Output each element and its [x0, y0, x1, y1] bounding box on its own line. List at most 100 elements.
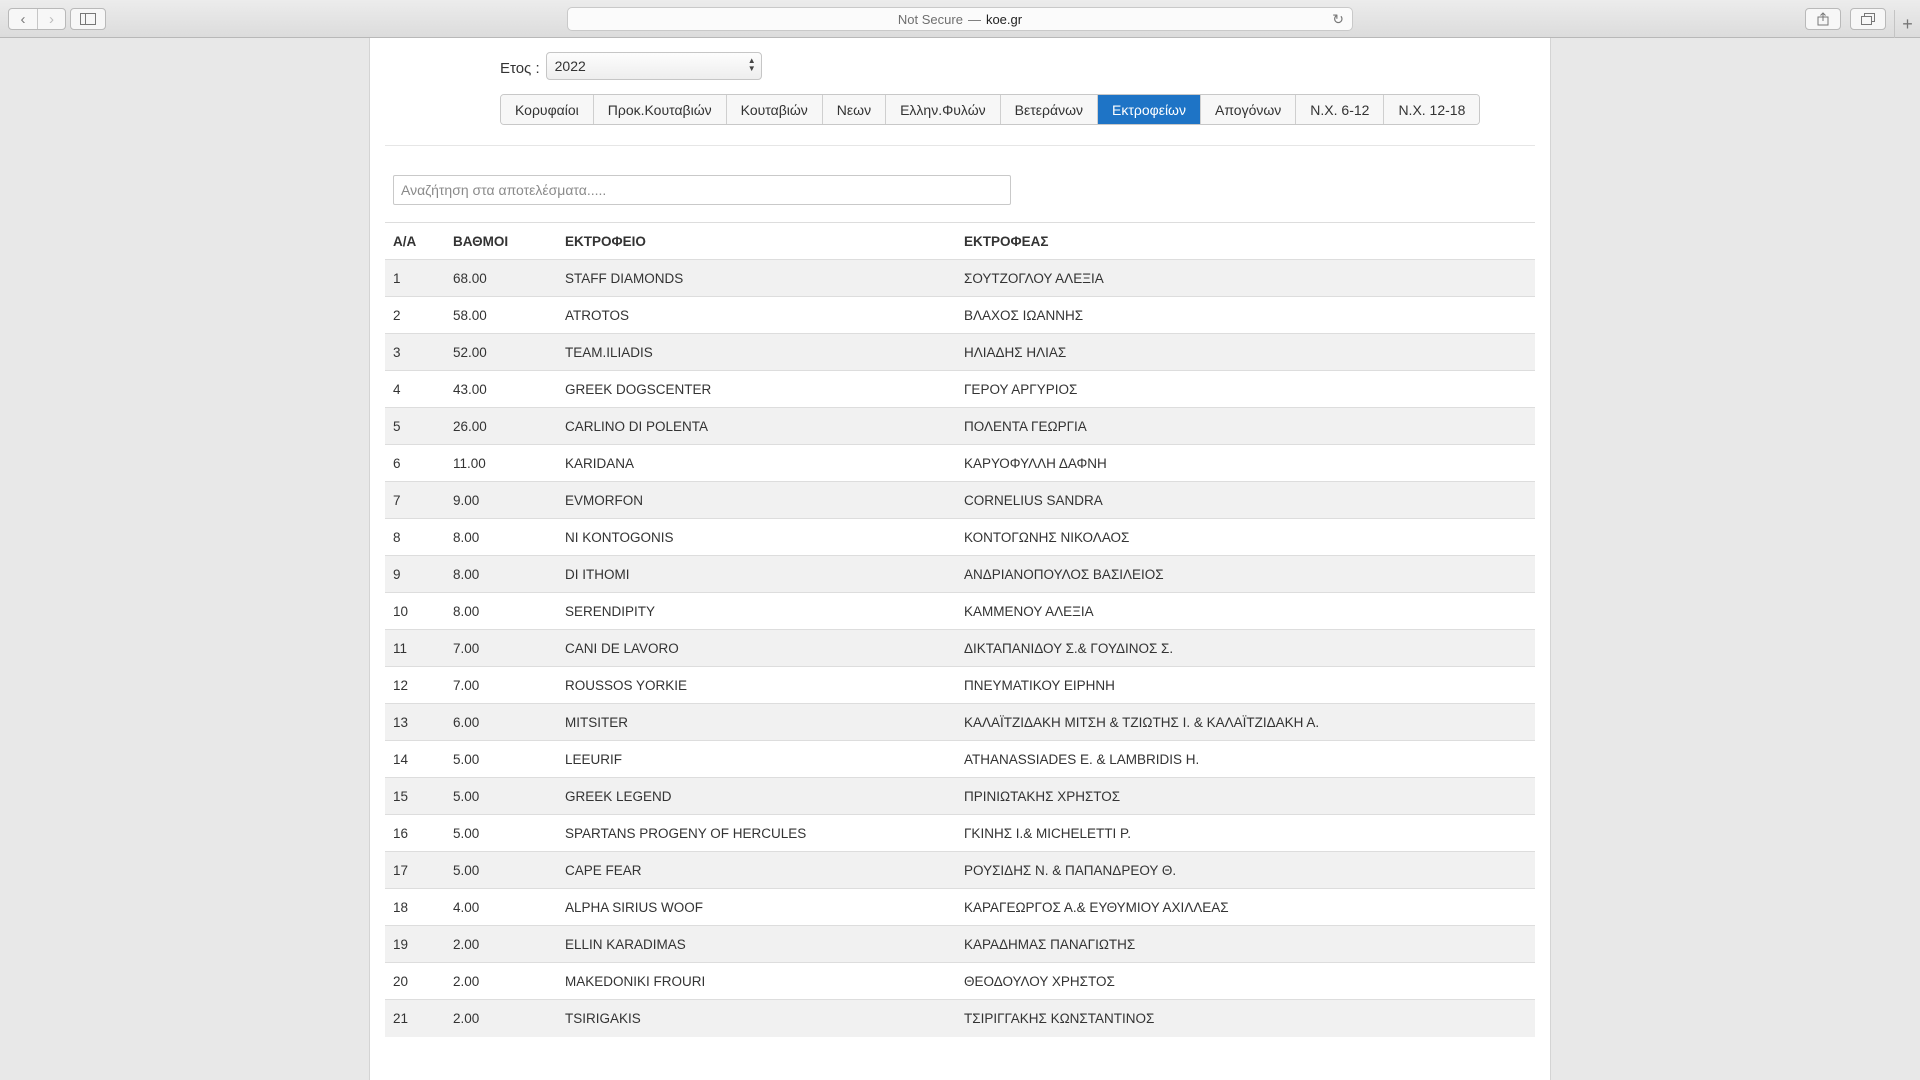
breeder-cell: ΚΑΡΑΔΗΜΑΣ ΠΑΝΑΓΙΩΤΗΣ [956, 925, 1535, 963]
breeder-cell: ΡΟΥΣΙΔΗΣ Ν. & ΠΑΠΑΝΔΡΕΟΥ Θ. [956, 851, 1535, 889]
points-cell: 8.00 [445, 555, 557, 593]
table-row: 16 5.00 SPARTANS PROGENY OF HERCULES ΓΚΙΝΗΣ… [385, 814, 1535, 852]
search-input[interactable] [393, 175, 1011, 205]
rank-cell: 4 [385, 370, 445, 408]
tabs-overview-button[interactable] [1850, 8, 1886, 30]
kennel-cell: LEEURIF [557, 740, 956, 778]
year-value: 2022 [554, 58, 586, 74]
rank-cell: 17 [385, 851, 445, 889]
rank-cell: 9 [385, 555, 445, 593]
rank-cell: 3 [385, 333, 445, 371]
kennel-cell: ROUSSOS YORKIE [557, 666, 956, 704]
security-status: Not Secure [897, 11, 963, 27]
breeder-cell: ΤΣΙΡΙΓΓΑΚΗΣ ΚΩΝΣΤΑΝΤΙΝΟΣ [956, 999, 1535, 1037]
year-select[interactable]: 2022 ▲ ▼ [545, 52, 762, 80]
points-cell: 5.00 [445, 777, 557, 815]
tab-2[interactable]: Κουταβιών [726, 95, 823, 124]
new-tab-button[interactable]: + [1894, 10, 1920, 38]
breeder-cell: ΠΡΙΝΙΩΤΑΚΗΣ ΧΡΗΣΤΟΣ [956, 777, 1535, 815]
tab-9[interactable]: Ν.Χ. 12-18 [1384, 95, 1480, 124]
rank-cell: 15 [385, 777, 445, 815]
kennel-cell: GREEK LEGEND [557, 777, 956, 815]
table-row: 13 6.00 MITSITER ΚΑΛΑΪΤΖΙΔΑΚΗ ΜΙΤΣΗ & ΤΖΙΩΤ… [385, 703, 1535, 741]
rank-cell: 5 [385, 407, 445, 445]
points-cell: 43.00 [445, 370, 557, 408]
address-bar[interactable]: Not Secure — koe.gr ↻ [567, 7, 1353, 31]
points-cell: 2.00 [445, 999, 557, 1037]
kennel-cell: STAFF DIAMONDS [557, 259, 956, 297]
rank-cell: 6 [385, 444, 445, 482]
forward-button[interactable]: › [37, 9, 65, 29]
table-row: 5 26.00 CARLINO DI POLENTA ΠΟΛΕΝΤΑ ΓΕΩΡΓΙΑ [385, 407, 1535, 445]
rank-cell: 1 [385, 259, 445, 297]
table-row: 19 2.00 ELLIN KARADIMAS ΚΑΡΑΔΗΜΑΣ ΠΑΝΑΓΙΩΤΗ… [385, 925, 1535, 963]
table-row: 1 68.00 STAFF DIAMONDS ΣΟΥΤΖΟΓΛΟΥ ΑΛΕΞΙΑ [385, 259, 1535, 297]
points-cell: 5.00 [445, 814, 557, 852]
points-cell: 2.00 [445, 925, 557, 963]
plus-icon: + [1902, 13, 1913, 34]
points-cell: 6.00 [445, 703, 557, 741]
rank-cell: 20 [385, 962, 445, 1000]
breeder-cell: ΠΟΛΕΝΤΑ ΓΕΩΡΓΙΑ [956, 407, 1535, 445]
table-row: 14 5.00 LEEURIF ATHANASSIADES E. & LAMBRIDI… [385, 740, 1535, 778]
tab-8[interactable]: Ν.Χ. 6-12 [1296, 95, 1385, 124]
rank-cell: 19 [385, 925, 445, 963]
table-row: 12 7.00 ROUSSOS YORKIE ΠΝΕΥΜΑΤΙΚΟΥ ΕΙΡΗΝΗ [385, 666, 1535, 704]
breeder-cell: ΗΛΙΑΔΗΣ ΗΛΙΑΣ [956, 333, 1535, 371]
points-cell: 8.00 [445, 592, 557, 630]
points-cell: 26.00 [445, 407, 557, 445]
breeder-cell: ATHANASSIADES E. & LAMBRIDIS H. [956, 740, 1535, 778]
address-domain: koe.gr [985, 11, 1023, 27]
rank-cell: 10 [385, 592, 445, 630]
table-row: 17 5.00 CAPE FEAR ΡΟΥΣΙΔΗΣ Ν. & ΠΑΠΑΝΔΡΕΟΥ … [385, 851, 1535, 889]
rank-cell: 7 [385, 481, 445, 519]
tab-4[interactable]: Ελλην.Φυλών [886, 95, 1001, 124]
table-row: 8 8.00 NI KONTOGONIS ΚΟΝΤΟΓΩΝΗΣ ΝΙΚΟΛΑΟΣ [385, 518, 1535, 556]
kennel-cell: KARIDANA [557, 444, 956, 482]
category-tabs: Κορυφαίοι Προκ.Κουταβιών Κουταβιών Νεων Ελλη… [500, 94, 1481, 125]
content-container: Ετος : 2022 ▲ ▼ Κορυφαίοι Προκ.Κουταβιών Κο… [369, 38, 1551, 1080]
rank-cell: 13 [385, 703, 445, 741]
table-row: 7 9.00 EVMORFON CORNELIUS SANDRA [385, 481, 1535, 519]
chevron-right-icon: › [49, 10, 54, 28]
rank-cell: 8 [385, 518, 445, 556]
kennel-cell: CARLINO DI POLENTA [557, 407, 956, 445]
points-cell: 5.00 [445, 851, 557, 889]
tab-6[interactable]: Εκτροφείων [1098, 95, 1201, 124]
kennel-cell: SPARTANS PROGENY OF HERCULES [557, 814, 956, 852]
breeder-cell: ΣΟΥΤΖΟΓΛΟΥ ΑΛΕΞΙΑ [956, 259, 1535, 297]
kennel-cell: ATROTOS [557, 296, 956, 334]
sidebar-toggle-button[interactable] [70, 8, 106, 30]
table-row: 18 4.00 ALPHA SIRIUS WOOF ΚΑΡΑΓΕΩΡΓΟΣ Α.& Ε… [385, 888, 1535, 926]
tab-1[interactable]: Προκ.Κουταβιών [593, 95, 727, 124]
points-cell: 7.00 [445, 666, 557, 704]
kennel-cell: GREEK DOGSCENTER [557, 370, 956, 408]
breeder-cell: ΒΛΑΧΟΣ ΙΩΑΝΝΗΣ [956, 296, 1535, 334]
table-header-row: Α/Α ΒΑΘΜΟΙ ΕΚΤΡΟΦΕΙΟ ΕΚΤΡΟΦΕΑΣ [385, 222, 1535, 260]
kennel-cell: NI KONTOGONIS [557, 518, 956, 556]
points-cell: 68.00 [445, 259, 557, 297]
column-header-points[interactable]: ΒΑΘΜΟΙ [445, 222, 557, 260]
points-cell: 9.00 [445, 481, 557, 519]
rank-cell: 12 [385, 666, 445, 704]
column-header-kennel[interactable]: ΕΚΤΡΟΦΕΙΟ [557, 222, 956, 260]
rank-cell: 16 [385, 814, 445, 852]
tab-7[interactable]: Απογόνων [1200, 95, 1297, 124]
breeder-cell: ΔΙΚΤΑΠΑΝΙΔΟΥ Σ.& ΓΟΥΔΙΝΟΣ Σ. [956, 629, 1535, 667]
tab-3[interactable]: Νεων [822, 95, 887, 124]
tab-5[interactable]: Βετεράνων [1000, 95, 1098, 124]
rank-cell: 14 [385, 740, 445, 778]
reload-icon[interactable]: ↻ [1332, 11, 1344, 28]
tab-0[interactable]: Κορυφαίοι [501, 95, 594, 124]
points-cell: 4.00 [445, 888, 557, 926]
kennel-cell: SERENDIPITY [557, 592, 956, 630]
table-row: 3 52.00 TEAM.ILIADIS ΗΛΙΑΔΗΣ ΗΛΙΑΣ [385, 333, 1535, 371]
select-arrows-icon: ▲ ▼ [747, 56, 756, 73]
kennel-cell: DI ITHOMI [557, 555, 956, 593]
back-button[interactable]: ‹ [9, 9, 37, 29]
table-row: 6 11.00 KARIDANA ΚΑΡΥΟΦΥΛΛΗ ΔΑΦΝΗ [385, 444, 1535, 482]
share-button[interactable] [1805, 8, 1841, 30]
column-header-rank[interactable]: Α/Α [385, 222, 445, 260]
rank-cell: 21 [385, 999, 445, 1037]
column-header-breeder[interactable]: ΕΚΤΡΟΦΕΑΣ [956, 222, 1535, 260]
